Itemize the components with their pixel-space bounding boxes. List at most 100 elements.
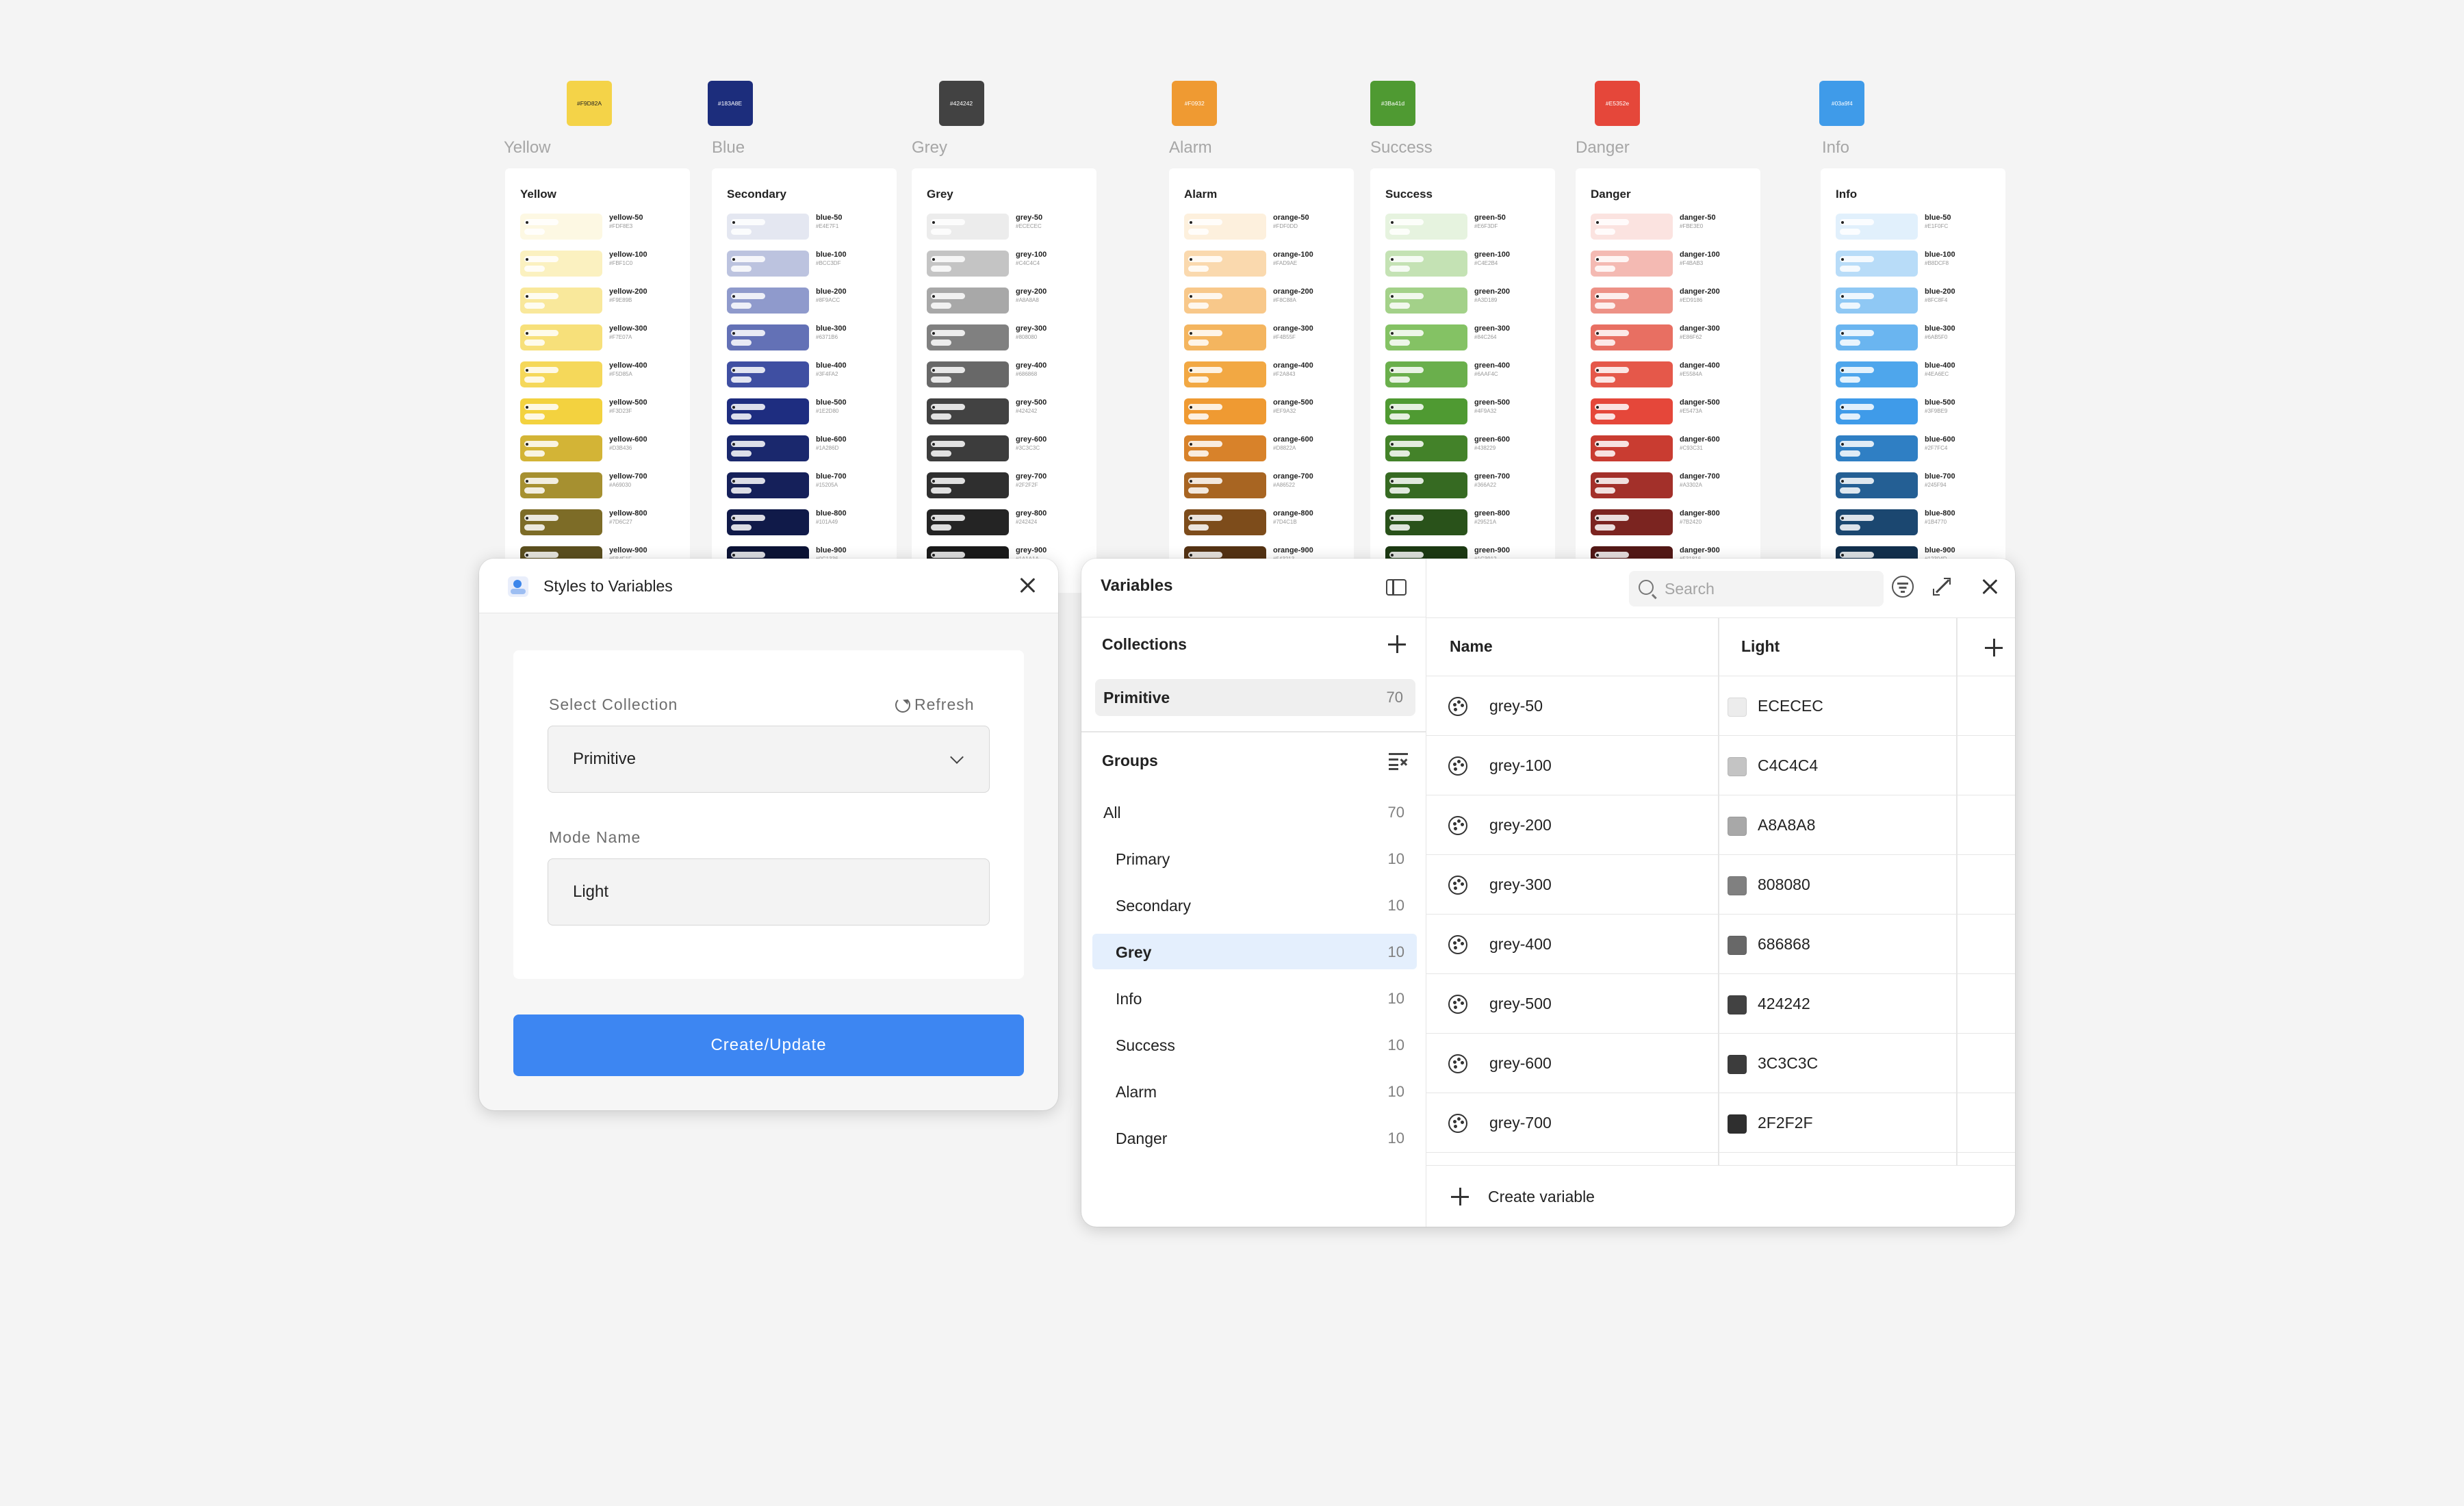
palette-card-secondary: Secondary blue-50 #E4E7F1 blue-100 #BCC3DF bl… [712,168,897,593]
palette-row-hex: #A3D189 [1474,297,1498,303]
palette-swatch [520,324,602,350]
contrast-chip [1595,441,1629,447]
group-name: Success [1116,1036,1175,1054]
table-row[interactable]: grey-200 A8A8A8 [1426,795,2015,855]
group-item-primary[interactable]: Primary 10 [1092,841,1417,876]
palette-row: danger-500 #E5473A [1591,398,1755,429]
variable-color-swatch[interactable] [1728,876,1747,895]
palette-row-name: blue-600 [816,435,847,444]
variable-color-swatch[interactable] [1728,995,1747,1014]
variable-value[interactable]: C4C4C4 [1758,756,1818,775]
group-item-alarm[interactable]: Alarm 10 [1092,1073,1417,1109]
variables-close-button[interactable] [1978,575,2001,598]
variable-value[interactable]: 3C3C3C [1758,1054,1818,1073]
add-collection-button[interactable] [1388,635,1406,653]
add-mode-button[interactable] [1985,639,2003,656]
palette-swatch [1591,251,1673,277]
create-variable-button[interactable]: Create variable [1426,1165,2015,1227]
palette-row-name: yellow-400 [609,361,647,370]
palette-row-hex: #F3D23F [609,408,632,414]
palette-swatch [1836,472,1918,498]
palette-row-name: grey-700 [1016,472,1047,481]
clear-groups-icon[interactable] [1389,753,1408,770]
palette-card-danger: Danger danger-50 #FBE3E0 danger-100 #F4BAB3 d… [1576,168,1760,593]
palette-row-name: blue-50 [1925,214,1951,222]
expand-icon[interactable] [1932,576,1952,597]
table-row[interactable]: grey-100 C4C4C4 [1426,736,2015,795]
variable-value[interactable]: 424242 [1758,995,1810,1013]
variable-value[interactable]: A8A8A8 [1758,816,1815,834]
palette-row-hex: #1A286D [816,445,839,451]
variable-color-swatch[interactable] [1728,757,1747,776]
variables-panel: Variables Collections Primitive 70 Group… [1081,559,2015,1227]
palette-row: grey-50 #ECECEC [927,214,1091,244]
table-row[interactable]: grey-400 686868 [1426,915,2015,974]
contrast-chip [931,256,965,262]
column-name-header: Name [1450,637,1493,655]
contrast-chip [731,340,752,346]
group-count: 10 [1387,1083,1404,1100]
group-item-secondary[interactable]: Secondary 10 [1092,887,1417,923]
swatch-hex: #3Ba41d [1381,100,1405,107]
filter-icon[interactable] [1892,576,1914,598]
variable-color-swatch[interactable] [1728,936,1747,955]
palette-row: green-800 #29521A [1385,509,1550,539]
variable-color-swatch[interactable] [1728,1055,1747,1074]
group-item-danger[interactable]: Danger 10 [1092,1120,1417,1156]
palette-swatch [1591,398,1673,424]
group-item-all[interactable]: All 70 [1092,794,1417,830]
palette-swatch [1836,435,1918,461]
palette-row: blue-600 #1A286D [727,435,891,465]
plugin-close-button[interactable] [1016,574,1039,597]
variable-value[interactable]: 686868 [1758,935,1810,954]
palette-row-name: orange-900 [1273,546,1313,554]
palette-card-title: Danger [1591,188,1631,201]
contrast-chip [731,450,752,457]
column-mode-header: Light [1741,637,1780,655]
palette-row-hex: #E6F3DF [1474,223,1498,229]
palette-row: blue-400 #3F4FA2 [727,361,891,392]
group-item-success[interactable]: Success 10 [1092,1027,1417,1062]
search-input[interactable] [1663,571,1869,607]
contrast-chip [1840,552,1874,558]
variable-name: grey-200 [1489,816,1552,834]
table-row[interactable]: grey-600 3C3C3C [1426,1034,2015,1093]
table-row[interactable]: grey-50 ECECEC [1426,676,2015,736]
contrast-chip [1188,552,1222,558]
contrast-chip [524,376,545,383]
table-row[interactable]: grey-300 808080 [1426,855,2015,915]
variable-color-swatch[interactable] [1728,1114,1747,1134]
variable-color-swatch[interactable] [1728,817,1747,836]
group-item-grey[interactable]: Grey 10 [1092,934,1417,969]
palette-row-hex: #F2A843 [1273,371,1296,377]
swatch-label: Danger [1576,138,1630,157]
search-box[interactable] [1629,571,1884,607]
variable-value[interactable]: 808080 [1758,876,1810,894]
contrast-chip [524,330,559,336]
variable-value[interactable]: 2F2F2F [1758,1114,1813,1132]
palette-swatch [727,214,809,240]
palette-swatch [1184,324,1266,350]
contrast-chip [1595,413,1615,420]
mode-name-input[interactable]: Light [548,858,990,926]
select-collection-label: Select Collection [549,695,678,713]
palette-row-name: danger-400 [1680,361,1720,370]
collection-item-primitive[interactable]: Primitive 70 [1095,679,1415,716]
styles-to-variables-plugin: Styles to Variables Select Collection Re… [479,559,1058,1110]
palette-swatch [1836,509,1918,535]
palette-row-hex: #E5584A [1680,371,1702,377]
palette-row-hex: #8F9ACC [816,297,840,303]
refresh-button[interactable]: Refresh [895,695,975,714]
collection-select[interactable]: Primitive [548,726,990,793]
table-row[interactable]: grey-700 2F2F2F [1426,1093,2015,1153]
variables-header: Variables [1081,559,1426,617]
variable-value[interactable]: ECECEC [1758,697,1823,715]
contrast-chip [524,229,545,235]
table-row[interactable]: grey-500 424242 [1426,974,2015,1034]
toggle-sidebar-icon[interactable] [1386,579,1407,596]
variable-color-swatch[interactable] [1728,698,1747,717]
create-update-button[interactable]: Create/Update [513,1014,1024,1076]
contrast-chip [1389,256,1424,262]
palette-row: blue-400 #4EA6EC [1836,361,2000,392]
group-item-info[interactable]: Info 10 [1092,980,1417,1016]
